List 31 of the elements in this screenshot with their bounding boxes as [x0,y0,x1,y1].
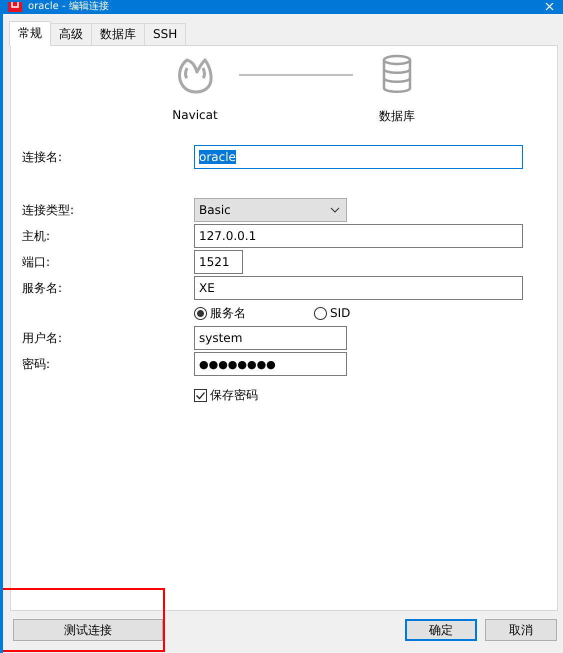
radio-option[interactable]: SID [314,306,434,320]
field-label: 端口: [22,254,52,270]
text-field[interactable]: oracle [194,145,523,169]
navicat-label: Navicat [172,108,218,122]
text-field[interactable]: 127.0.0.1 [194,224,523,248]
text-field[interactable]: system [194,326,347,350]
window-title: oracle - 编辑连接 [28,1,109,13]
database-label: 数据库 [379,108,415,125]
tab[interactable]: 常规 [9,21,51,46]
app-icon [8,2,22,12]
test-connection-button[interactable]: 测试连接 [13,619,163,641]
database-icon [381,54,413,94]
cancel-button[interactable]: 取消 [485,619,557,641]
ok-button[interactable]: 确定 [405,619,477,641]
checkbox[interactable] [194,388,207,402]
text-field[interactable]: 1521 [194,250,243,274]
field-label: 服务名: [22,280,64,296]
chevron-icon [330,207,340,213]
field-label: 连接名: [22,148,64,166]
field-label: 用户名: [22,330,64,346]
dropdown[interactable]: Basic [194,198,347,222]
tab[interactable]: SSH [144,23,186,45]
password-field[interactable]: ●●●●●●●● [194,352,347,376]
save-password-checkbox[interactable]: 保存密码 [194,386,314,404]
radio-button[interactable] [194,306,207,320]
radio-button[interactable] [314,306,327,320]
field-label: 连接类型: [22,202,76,218]
field-label: 密码: [22,356,52,372]
radio-option[interactable]: 服务名 [194,304,314,322]
field-label: 主机: [22,228,52,244]
text-field[interactable]: XE [194,276,523,300]
